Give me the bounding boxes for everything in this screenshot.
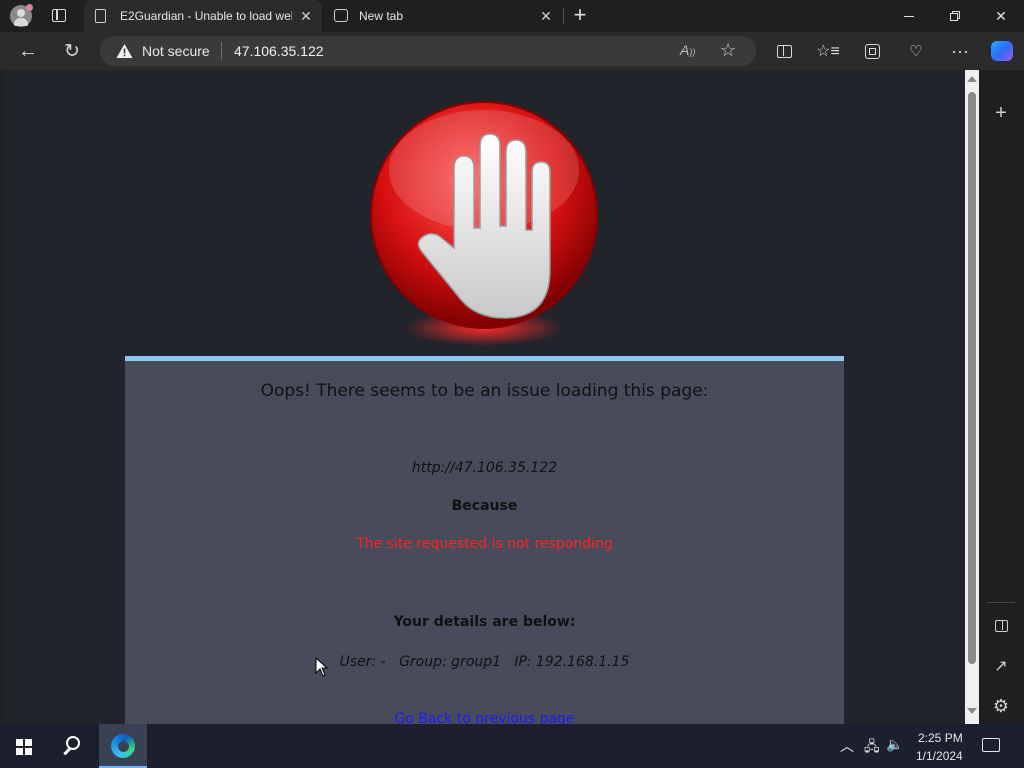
more-menu-icon[interactable]: ··· xyxy=(946,37,974,65)
refresh-button[interactable]: ↻ xyxy=(58,37,86,65)
new-tab-button[interactable]: + xyxy=(570,3,590,27)
open-external-icon[interactable]: ↗ xyxy=(989,654,1013,678)
edge-taskbar-button[interactable] xyxy=(99,724,147,768)
go-back-link[interactable]: Go Back to previous page xyxy=(125,711,844,724)
error-reason: The site requested is not responding xyxy=(356,536,613,552)
requested-url: http://47.106.35.122 xyxy=(411,460,558,476)
tab-e2guardian[interactable]: E2Guardian - Unable to load web ✕ xyxy=(84,0,322,32)
tab-new-tab[interactable]: New tab ✕ xyxy=(324,0,562,32)
address-bar[interactable]: Not secure 47.106.35.122 A)) ☆ xyxy=(100,36,756,66)
minimize-button[interactable] xyxy=(886,0,932,32)
add-sidebar-app-icon[interactable]: + xyxy=(989,101,1013,125)
favorite-star-icon[interactable]: ☆ xyxy=(720,40,736,61)
close-tab-icon[interactable]: ✕ xyxy=(538,8,554,24)
copilot-icon[interactable] xyxy=(988,37,1016,65)
tray-date[interactable]: 1/1/2024 xyxy=(916,749,963,763)
user-details: User: - Group: group1 IP: 192.168.1.15 xyxy=(339,654,630,670)
read-aloud-icon[interactable]: A)) xyxy=(680,42,695,58)
vertical-scrollbar[interactable] xyxy=(965,70,979,724)
mouse-cursor-icon xyxy=(315,657,329,677)
tab-separator xyxy=(563,8,564,24)
collections-icon[interactable] xyxy=(858,37,886,65)
tray-time[interactable]: 2:25 PM xyxy=(918,731,963,745)
error-card: Oops! There seems to be an issue loading… xyxy=(125,356,844,724)
split-screen-icon[interactable] xyxy=(770,37,798,65)
restore-button[interactable] xyxy=(932,0,978,32)
scroll-thumb[interactable] xyxy=(968,92,976,664)
back-button[interactable]: ← xyxy=(14,37,42,65)
search-icon[interactable] xyxy=(60,734,84,758)
network-icon[interactable]: 🖧 xyxy=(864,736,880,760)
scroll-down-arrow-icon[interactable] xyxy=(967,708,977,714)
sidebar-divider xyxy=(987,602,1015,603)
scroll-up-arrow-icon[interactable] xyxy=(967,76,977,82)
title-bar: E2Guardian - Unable to load web ✕ New ta… xyxy=(0,0,1024,32)
stop-hand-icon xyxy=(370,101,598,346)
address-separator xyxy=(221,42,222,60)
not-secure-label[interactable]: Not secure xyxy=(142,43,210,59)
close-tab-icon[interactable]: ✕ xyxy=(298,8,314,24)
volume-muted-icon[interactable]: 🔈 xyxy=(886,736,903,753)
page-icon xyxy=(95,9,106,23)
tab-title: E2Guardian - Unable to load web xyxy=(120,9,292,23)
tab-title: New tab xyxy=(359,9,404,23)
url-text[interactable]: 47.106.35.122 xyxy=(234,43,324,59)
page-content: Oops! There seems to be an issue loading… xyxy=(5,70,965,724)
new-tab-page-icon xyxy=(334,9,348,22)
tab-actions-icon[interactable] xyxy=(52,9,66,22)
start-windows-icon[interactable] xyxy=(16,739,32,755)
browser-essentials-icon[interactable]: ♡ xyxy=(902,37,930,65)
hide-sidebar-icon[interactable] xyxy=(989,614,1013,638)
favorites-icon[interactable]: ☆≡ xyxy=(814,37,842,65)
close-window-button[interactable]: ✕ xyxy=(978,0,1024,32)
details-heading: Your details are below: xyxy=(393,614,576,630)
show-hidden-icons-chevron-icon[interactable]: ︿ xyxy=(840,736,854,756)
error-heading: Oops! There seems to be an issue loading… xyxy=(260,381,709,401)
profile-avatar[interactable] xyxy=(10,4,33,27)
warning-icon[interactable] xyxy=(116,43,133,59)
address-toolbar: ← ↻ Not secure 47.106.35.122 A)) ☆ ☆≡ ♡ … xyxy=(0,32,1024,70)
settings-gear-icon[interactable]: ⚙ xyxy=(989,694,1013,718)
because-label: Because xyxy=(451,498,518,514)
notifications-icon[interactable] xyxy=(982,738,1000,752)
edge-sidebar: + ↗ ⚙ xyxy=(979,70,1024,724)
windows-taskbar: ︿ 🖧 🔈 2:25 PM 1/1/2024 xyxy=(0,724,1024,768)
